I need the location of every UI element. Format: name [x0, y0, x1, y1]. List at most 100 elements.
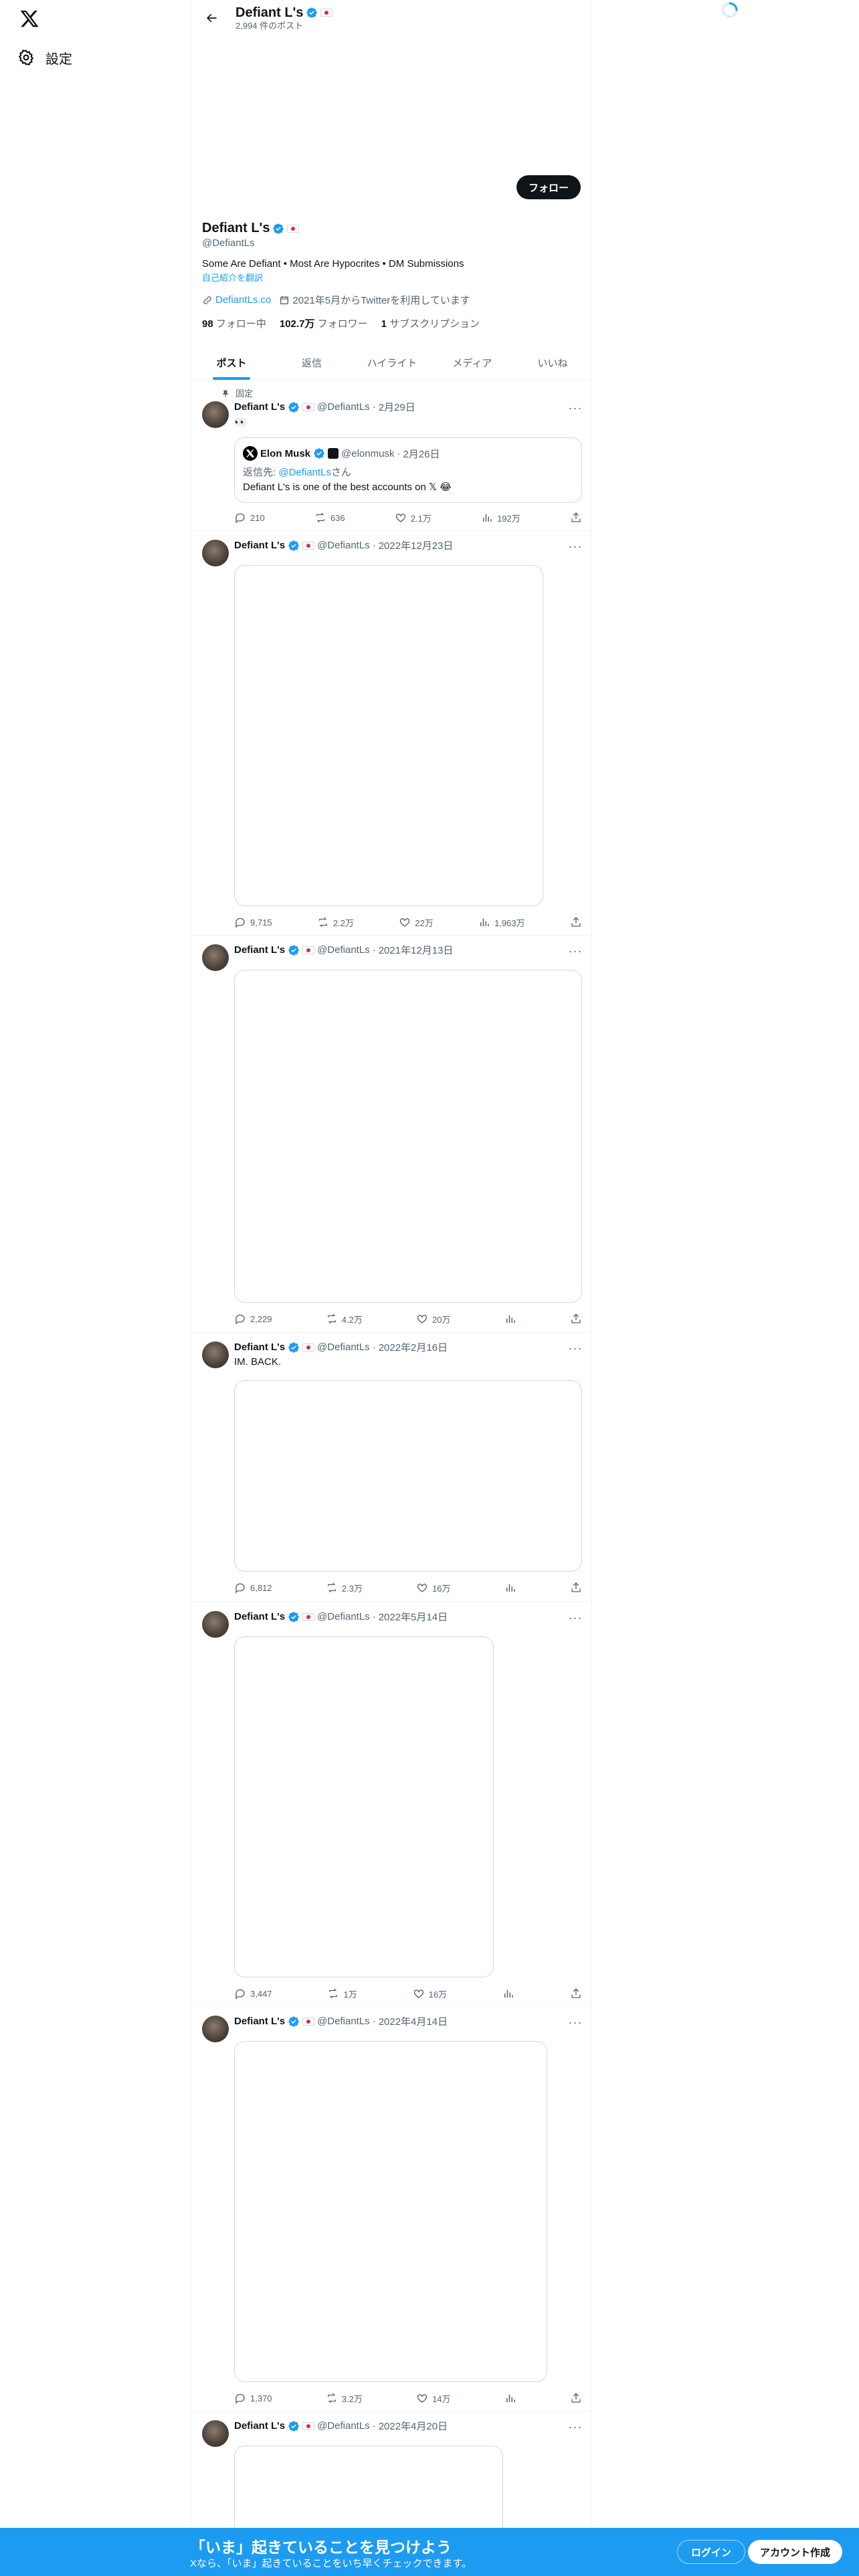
reply-button[interactable]: 3,447: [234, 1988, 272, 2000]
post-date[interactable]: 2021年12月13日: [379, 943, 454, 957]
more-options-icon[interactable]: ···: [569, 2016, 582, 2029]
post-author-name[interactable]: Defiant L's: [234, 2016, 285, 2027]
tab-media[interactable]: メディア: [432, 345, 512, 380]
like-button[interactable]: 20万: [416, 1313, 451, 1325]
post-author-handle[interactable]: @DefiantLs: [317, 2016, 370, 2027]
post-media[interactable]: [234, 1636, 494, 1977]
more-options-icon[interactable]: ···: [569, 944, 582, 958]
avatar[interactable]: [202, 2016, 229, 2042]
post-date[interactable]: 2022年5月14日: [379, 1610, 448, 1624]
post-author-handle[interactable]: @DefiantLs: [317, 540, 370, 551]
views-button[interactable]: 1,963万: [478, 916, 525, 929]
more-options-icon[interactable]: ···: [569, 540, 582, 553]
post-author-name[interactable]: Defiant L's: [234, 2420, 285, 2432]
more-options-icon[interactable]: ···: [569, 1341, 582, 1355]
reply-button[interactable]: 2,229: [234, 1313, 272, 1325]
post-media[interactable]: [234, 970, 582, 1303]
views-button[interactable]: [504, 1313, 516, 1325]
like-button[interactable]: 16万: [413, 1988, 447, 2000]
like-count: 14万: [432, 2393, 451, 2404]
repost-button[interactable]: 2.3万: [326, 1582, 363, 1594]
post-author-name[interactable]: Defiant L's: [234, 944, 285, 956]
subscriptions-stat[interactable]: 1 サブスクリプション: [381, 316, 480, 330]
tab-likes[interactable]: いいね: [512, 345, 591, 380]
avatar[interactable]: [202, 1611, 229, 1638]
avatar[interactable]: [202, 540, 229, 566]
avatar[interactable]: [202, 944, 229, 971]
post-date-sep: ·: [372, 540, 376, 551]
views-button[interactable]: [504, 2392, 516, 2404]
more-options-icon[interactable]: ···: [569, 401, 582, 415]
repost-button[interactable]: 2.2万: [317, 916, 354, 929]
share-button[interactable]: [570, 1988, 582, 2000]
views-button[interactable]: [504, 1582, 516, 1594]
like-button[interactable]: 16万: [416, 1582, 451, 1594]
heart-icon: [395, 514, 405, 522]
post-media[interactable]: [234, 565, 543, 906]
repost-button[interactable]: 636: [314, 512, 345, 524]
like-button[interactable]: 22万: [399, 916, 434, 929]
share-button[interactable]: [570, 916, 582, 928]
reply-button[interactable]: 9,715: [234, 916, 272, 928]
views-button[interactable]: [502, 1988, 514, 2000]
like-count: 16万: [428, 1989, 448, 2000]
post-author-handle[interactable]: @DefiantLs: [317, 944, 370, 956]
repost-button[interactable]: 3.2万: [326, 2392, 363, 2405]
post-date[interactable]: 2022年4月14日: [379, 2014, 448, 2028]
avatar[interactable]: [202, 401, 229, 428]
post-author-name[interactable]: Defiant L's: [234, 1611, 285, 1622]
login-button[interactable]: ログイン: [677, 2540, 746, 2564]
share-button[interactable]: [570, 2392, 582, 2404]
repost-button[interactable]: 4.2万: [326, 1313, 363, 1325]
share-button[interactable]: [570, 512, 582, 524]
more-options-icon[interactable]: ···: [569, 1611, 582, 1624]
post-date[interactable]: 2月29日: [379, 400, 415, 414]
post-author-name[interactable]: Defiant L's: [234, 401, 285, 413]
repost-button[interactable]: 1万: [327, 1988, 357, 2000]
avatar[interactable]: [202, 1341, 229, 1368]
following-stat[interactable]: 98 フォロー中: [202, 316, 266, 330]
post-author-name[interactable]: Defiant L's: [234, 540, 285, 551]
post-text: IM. BACK.: [234, 1356, 282, 1368]
post-item[interactable]: Defiant L's @DefiantLs · 2022年2月16日 ··· …: [191, 1333, 591, 1602]
avatar[interactable]: [202, 2420, 229, 2447]
quoted-post[interactable]: Elon Musk @elonmusk · 2月26日 返信先: @Defian…: [234, 437, 582, 503]
reply-button[interactable]: 1,370: [234, 2392, 272, 2404]
more-options-icon[interactable]: ···: [569, 2420, 582, 2434]
translate-bio-link[interactable]: 自己紹介を翻訳: [202, 271, 582, 284]
post-item[interactable]: 固定 Defiant L's @DefiantLs · 2月29日 ··· 👀 …: [191, 381, 591, 531]
post-item[interactable]: Defiant L's @DefiantLs · 2022年4月14日 ··· …: [191, 2008, 591, 2411]
like-button[interactable]: 2.1万: [395, 512, 432, 524]
back-button[interactable]: [199, 6, 223, 30]
tab-posts[interactable]: ポスト: [191, 345, 272, 380]
post-author-handle[interactable]: @DefiantLs: [317, 1341, 370, 1353]
nav-settings[interactable]: 設定: [17, 45, 72, 70]
profile-website-text[interactable]: DefiantLs.co: [215, 294, 271, 306]
reply-to-handle[interactable]: @DefiantLs: [278, 467, 331, 478]
reply-button[interactable]: 210: [234, 512, 265, 524]
post-item[interactable]: Defiant L's @DefiantLs · 2021年12月13日 ···…: [191, 936, 591, 1333]
post-item[interactable]: Defiant L's @DefiantLs · 2022年12月23日 ···…: [191, 532, 591, 936]
post-date[interactable]: 2022年4月20日: [379, 2419, 448, 2433]
post-author-handle[interactable]: @DefiantLs: [317, 2420, 370, 2432]
post-media[interactable]: [234, 1380, 582, 1572]
tab-replies[interactable]: 返信: [272, 345, 352, 380]
post-date[interactable]: 2022年12月23日: [379, 538, 454, 552]
views-button[interactable]: 192万: [481, 512, 520, 524]
post-media[interactable]: [234, 2041, 547, 2382]
follow-button[interactable]: フォロー: [516, 175, 581, 199]
post-author-name[interactable]: Defiant L's: [234, 1341, 285, 1353]
post-author-handle[interactable]: @DefiantLs: [317, 401, 370, 413]
like-button[interactable]: 14万: [416, 2392, 451, 2405]
share-button[interactable]: [570, 1313, 582, 1325]
signup-button[interactable]: アカウント作成: [748, 2540, 843, 2564]
followers-stat[interactable]: 102.7万 フォロワー: [280, 316, 368, 330]
profile-website[interactable]: DefiantLs.co: [202, 294, 271, 306]
x-logo-icon[interactable]: [17, 7, 41, 31]
post-author-handle[interactable]: @DefiantLs: [317, 1611, 370, 1622]
post-item[interactable]: Defiant L's @DefiantLs · 2022年5月14日 ··· …: [191, 1603, 591, 2007]
reply-button[interactable]: 6,812: [234, 1582, 272, 1594]
post-date[interactable]: 2022年2月16日: [379, 1340, 448, 1354]
tab-highlights[interactable]: ハイライト: [352, 345, 432, 380]
share-button[interactable]: [570, 1582, 582, 1594]
